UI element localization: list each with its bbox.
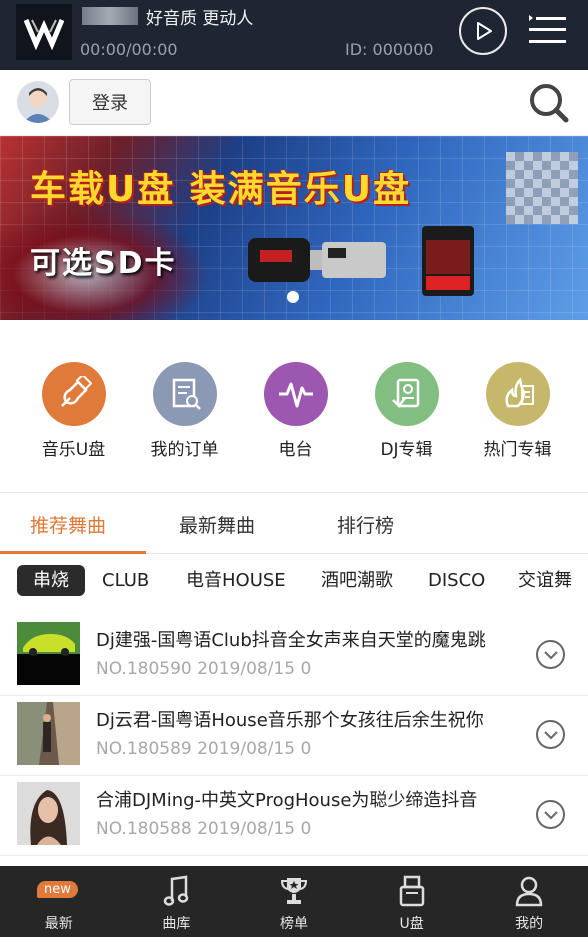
- song-title: 合浦DJMing-中英文ProgHouse为聪少缔造抖音: [96, 790, 478, 811]
- top-bar: 登录: [0, 70, 588, 136]
- order-receipt-icon: [152, 362, 217, 426]
- usb-products-image: [248, 226, 474, 296]
- genre-disco[interactable]: DISCO: [428, 565, 485, 596]
- trophy-icon: [279, 873, 309, 907]
- usb-drive-icon: [398, 873, 426, 907]
- dj-album-icon: [374, 362, 439, 426]
- playlist-menu-button[interactable]: [527, 12, 567, 48]
- usb-plug-icon: [41, 362, 106, 426]
- login-button[interactable]: 登录: [69, 79, 151, 125]
- chevron-down-icon: [543, 730, 558, 739]
- list-item[interactable]: Dj建强-国粤语Club抖音全女声来自天堂的魔鬼跳 NO.180590 2019…: [0, 616, 588, 696]
- app-logo: [16, 4, 72, 60]
- tab-ranking[interactable]: 排行榜: [337, 511, 394, 538]
- nav-label: 最新: [44, 916, 73, 932]
- genre-filter-bar: 串烧 CLUB 电音HOUSE 酒吧潮歌 DISCO 交谊舞: [0, 556, 588, 606]
- play-button[interactable]: [459, 7, 507, 55]
- active-tab-indicator: [0, 551, 146, 554]
- nav-profile[interactable]: 我的: [470, 866, 588, 937]
- chevron-down-icon: [543, 810, 558, 819]
- waveform-icon: [263, 362, 328, 426]
- expand-button[interactable]: [536, 800, 565, 829]
- banner-headline: 车载U盘 装满音乐U盘: [30, 169, 411, 210]
- category-dj-album[interactable]: DJ专辑: [351, 320, 462, 492]
- song-thumbnail: [17, 782, 80, 845]
- song-meta: NO.180588 2019/08/15 0: [96, 819, 312, 839]
- category-label: 我的订单: [150, 440, 219, 460]
- song-list: Dj建强-国粤语Club抖音全女声来自天堂的魔鬼跳 NO.180590 2019…: [0, 616, 588, 856]
- category-radio[interactable]: 电台: [240, 320, 351, 492]
- banner-subline: 可选SD卡: [30, 246, 177, 281]
- category-hot-album[interactable]: 热门专辑: [462, 320, 573, 492]
- song-meta: NO.180590 2019/08/15 0: [96, 659, 312, 679]
- play-icon: [477, 22, 492, 40]
- nav-label: 我的: [515, 916, 544, 932]
- tab-recommended[interactable]: 推荐舞曲: [30, 511, 106, 538]
- category-shortcuts: 音乐U盘 我的订单 电台 DJ专辑 热门专辑: [0, 320, 588, 492]
- avatar[interactable]: [17, 81, 59, 123]
- player-bar: 好音质 更动人 00:00/00:00 ID: 000000: [0, 0, 588, 70]
- category-label: DJ专辑: [380, 440, 433, 460]
- genre-bar-hits[interactable]: 酒吧潮歌: [321, 565, 393, 596]
- nav-usb[interactable]: U盘: [353, 866, 471, 937]
- blurred-brand: [82, 7, 138, 25]
- song-title: Dj云君-国粤语House音乐那个女孩往后余生祝你: [96, 710, 484, 731]
- carousel-indicator[interactable]: [287, 291, 299, 303]
- category-music-usb[interactable]: 音乐U盘: [18, 320, 129, 492]
- new-badge: new: [37, 881, 78, 898]
- song-meta: NO.180589 2019/08/15 0: [96, 739, 312, 759]
- user-icon: [514, 873, 544, 907]
- nav-charts[interactable]: 榜单: [235, 866, 353, 937]
- hot-album-icon: [485, 362, 550, 426]
- expand-button[interactable]: [536, 720, 565, 749]
- genre-medley[interactable]: 串烧: [17, 565, 85, 596]
- list-item[interactable]: 合浦DJMing-中英文ProgHouse为聪少缔造抖音 NO.180588 2…: [0, 776, 588, 856]
- playlist-icon: [529, 15, 566, 43]
- player-time: 00:00/00:00: [80, 40, 178, 59]
- expand-button[interactable]: [536, 640, 565, 669]
- genre-club[interactable]: CLUB: [102, 565, 149, 596]
- category-label: 音乐U盘: [41, 440, 106, 460]
- content-tabs: 推荐舞曲 最新舞曲 排行榜: [0, 492, 588, 554]
- genre-house[interactable]: 电音HOUSE: [186, 565, 286, 596]
- nav-library[interactable]: 曲库: [118, 866, 236, 937]
- nav-latest[interactable]: new 最新: [0, 866, 118, 937]
- category-label: 热门专辑: [483, 440, 552, 460]
- music-note-icon: [162, 873, 190, 907]
- nav-label: 榜单: [279, 916, 308, 932]
- category-label: 电台: [278, 440, 313, 460]
- list-item[interactable]: Dj云君-国粤语House音乐那个女孩往后余生祝你 NO.180589 2019…: [0, 696, 588, 776]
- bottom-nav: new 最新 曲库 榜单 U盘 我的: [0, 866, 588, 937]
- promo-banner[interactable]: 车载U盘 装满音乐U盘 可选SD卡: [0, 136, 588, 320]
- song-thumbnail: [17, 622, 80, 685]
- tab-latest[interactable]: 最新舞曲: [179, 511, 255, 538]
- nav-label: 曲库: [162, 916, 191, 932]
- chevron-down-icon: [543, 650, 558, 659]
- genre-ballroom[interactable]: 交谊舞: [518, 565, 572, 596]
- blurred-qr-image: [506, 152, 578, 224]
- player-id: ID: 000000: [345, 40, 434, 59]
- search-button[interactable]: [528, 82, 570, 124]
- player-title: 好音质 更动人: [146, 9, 254, 29]
- song-thumbnail: [17, 702, 80, 765]
- search-icon: [530, 84, 569, 123]
- nav-label: U盘: [399, 916, 424, 932]
- category-my-orders[interactable]: 我的订单: [129, 320, 240, 492]
- song-title: Dj建强-国粤语Club抖音全女声来自天堂的魔鬼跳: [96, 630, 486, 651]
